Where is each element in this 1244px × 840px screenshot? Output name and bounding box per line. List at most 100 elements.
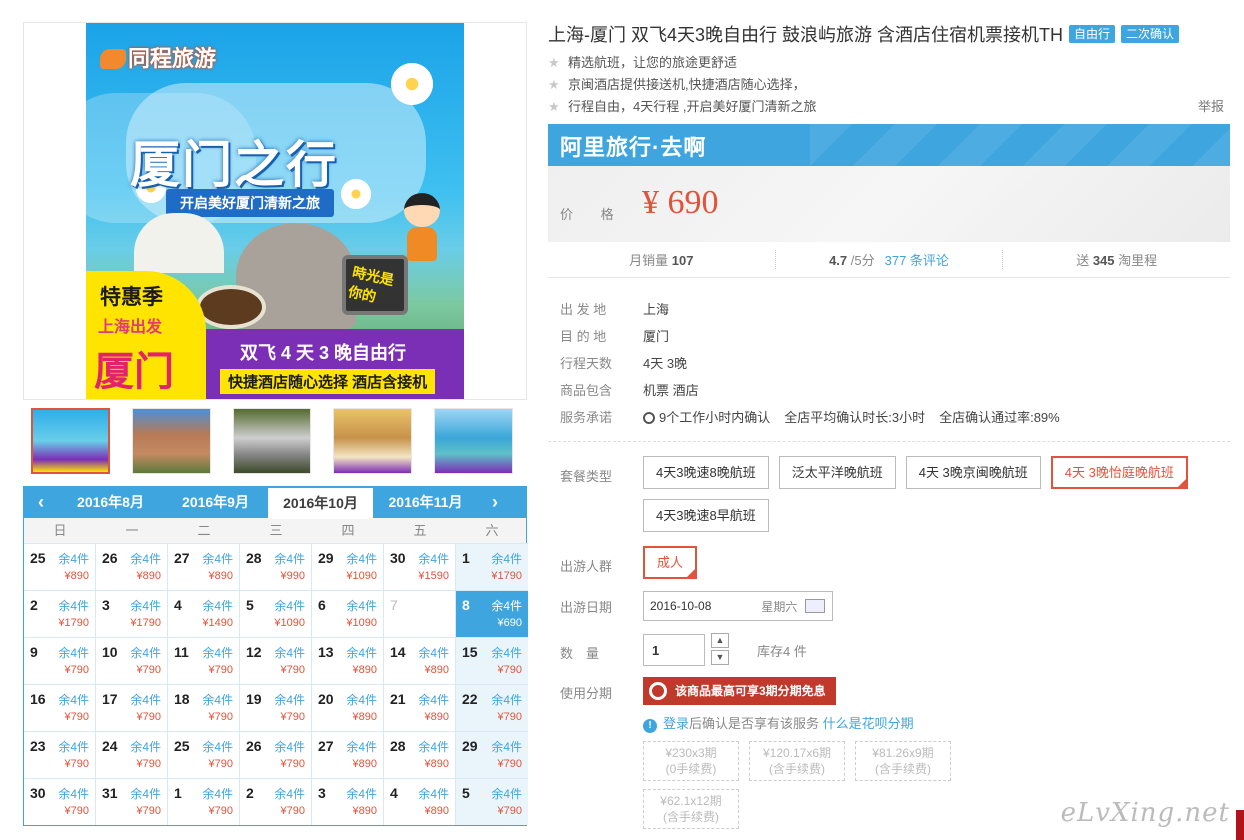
chevron-up-icon[interactable]: ▲	[711, 633, 729, 648]
chevron-down-icon[interactable]: ▼	[711, 650, 729, 665]
day-stock: 余4件	[130, 787, 161, 801]
day-stock: 余4件	[202, 740, 233, 754]
calendar-day[interactable]: 3 余4件 ¥1790	[96, 590, 168, 637]
package-option[interactable]: 4天 3晚怡庭晚航班	[1050, 456, 1188, 489]
installment-plan[interactable]: ¥81.26x9期 (含手续费)	[855, 741, 951, 781]
day-price: ¥1790	[491, 570, 522, 582]
thumbnail-poster[interactable]	[31, 408, 110, 474]
package-option[interactable]: 4天3晚速8晚航班	[643, 456, 769, 489]
calendar-day[interactable]: 2 余4件 ¥790	[240, 778, 312, 825]
tab-month-oct[interactable]: 2016年10月	[268, 486, 373, 519]
calendar-day[interactable]: 31 余4件 ¥790	[96, 778, 168, 825]
tab-month-nov[interactable]: 2016年11月	[373, 487, 478, 518]
calendar-day[interactable]: 30 余4件 ¥1590	[384, 543, 456, 590]
installment-plan[interactable]: ¥62.1x12期 (含手续费)	[643, 789, 739, 829]
calendar-day[interactable]: 3 余4件 ¥890	[312, 778, 384, 825]
calendar-day[interactable]: 4 余4件 ¥890	[384, 778, 456, 825]
quantity-label: 数 量	[560, 646, 600, 661]
selling-point-text: 京闽酒店提供接送机,快捷酒店随心选择，	[568, 77, 806, 92]
selling-point: ★ 精选航班，让您的旅途更舒适	[548, 52, 1230, 74]
day-price: ¥790	[136, 805, 161, 817]
installment-plans: ¥230x3期 (0手续费) ¥120.17x6期 (含手续费) ¥81.26x9期 (含…	[643, 741, 1003, 837]
thumbnail-beach[interactable]	[434, 408, 514, 474]
calendar-day[interactable]: 5 余4件 ¥790	[456, 778, 528, 825]
calendar-day[interactable]: 13 余4件 ¥890	[312, 637, 384, 684]
day-price: ¥1790	[130, 617, 161, 629]
poster-title: 厦门之行	[130, 137, 338, 193]
calendar-day[interactable]: 27 余4件 ¥890	[312, 731, 384, 778]
selling-points: ★ 精选航班，让您的旅途更舒适 ★ 京闽酒店提供接送机,快捷酒店随心选择， ★ 行程自…	[548, 52, 1230, 118]
brand-name: 阿里旅行·去啊	[560, 135, 707, 160]
calendar-day[interactable]: 25 余4件 ¥790	[168, 731, 240, 778]
edge-decoration	[1236, 810, 1244, 840]
calendar-day[interactable]: 28 余4件 ¥890	[384, 731, 456, 778]
calendar-day[interactable]: 10 余4件 ¥790	[96, 637, 168, 684]
package-option[interactable]: 4天 3晚京闽晚航班	[905, 456, 1041, 489]
calendar-day[interactable]: 23 余4件 ¥790	[24, 731, 96, 778]
calendar-day-selected[interactable]: 8 余4件 ¥690	[456, 590, 528, 637]
what-is-huabei-link[interactable]: 什么是花呗分期	[823, 716, 914, 731]
calendar-day[interactable]: 15 余4件 ¥790	[456, 637, 528, 684]
calendar-day[interactable]: 24 余4件 ¥790	[96, 731, 168, 778]
chevron-right-icon[interactable]: ›	[478, 492, 512, 513]
people-adult-option[interactable]: 成人	[643, 546, 698, 579]
day-price: ¥1790	[58, 617, 89, 629]
tab-month-sep[interactable]: 2016年9月	[163, 487, 268, 518]
calendar-day[interactable]: 11 余4件 ¥790	[168, 637, 240, 684]
calendar-day[interactable]: 2 余4件 ¥1790	[24, 590, 96, 637]
tab-month-aug[interactable]: 2016年8月	[58, 487, 163, 518]
calendar-day[interactable]: 25 余4件 ¥890	[24, 543, 96, 590]
day-number: 12	[246, 644, 262, 660]
day-price: ¥890	[64, 570, 89, 582]
calendar-day[interactable]: 20 余4件 ¥890	[312, 684, 384, 731]
calendar-day[interactable]: 12 余4件 ¥790	[240, 637, 312, 684]
calendar-day[interactable]: 26 余4件 ¥890	[96, 543, 168, 590]
calendar-day[interactable]: 16 余4件 ¥790	[24, 684, 96, 731]
calendar-day[interactable]: 28 余4件 ¥990	[240, 543, 312, 590]
thumbnail-strip	[23, 406, 527, 480]
calendar-day[interactable]: 27 余4件 ¥890	[168, 543, 240, 590]
calendar-day[interactable]: 26 余4件 ¥790	[240, 731, 312, 778]
login-link[interactable]: 登录	[663, 716, 689, 731]
calendar-day[interactable]: 1 余4件 ¥790	[168, 778, 240, 825]
calendar-day[interactable]: 18 余4件 ¥790	[168, 684, 240, 731]
calendar-day[interactable]: 7	[384, 590, 456, 637]
day-price: ¥790	[208, 664, 233, 676]
report-link[interactable]: 举报	[1198, 96, 1224, 118]
stepper-buttons: ▲ ▼	[711, 633, 729, 667]
installment-plan[interactable]: ¥230x3期 (0手续费)	[643, 741, 739, 781]
installment-plan[interactable]: ¥120.17x6期 (含手续费)	[749, 741, 845, 781]
calendar-day[interactable]: 14 余4件 ¥890	[384, 637, 456, 684]
travel-date-input[interactable]: 2016-10-08 星期六	[643, 591, 833, 621]
reviews-link[interactable]: 377 条评论	[885, 253, 949, 268]
calendar-day[interactable]: 21 余4件 ¥890	[384, 684, 456, 731]
calendar-day[interactable]: 29 余4件 ¥1090	[312, 543, 384, 590]
quantity-input[interactable]	[643, 634, 705, 666]
calendar-day[interactable]: 19 余4件 ¥790	[240, 684, 312, 731]
package-option[interactable]: 4天3晚速8早航班	[643, 499, 769, 532]
package-option[interactable]: 泛太平洋晚航班	[778, 456, 896, 489]
calendar-day[interactable]: 30 余4件 ¥790	[24, 778, 96, 825]
day-number: 27	[174, 550, 190, 566]
chevron-left-icon[interactable]: ‹	[24, 492, 58, 513]
thumbnail-statue[interactable]	[232, 408, 312, 474]
calendar-day[interactable]: 17 余4件 ¥790	[96, 684, 168, 731]
rating-value: 4.7	[829, 253, 848, 268]
huabei-banner: 该商品最高可享3期分期免息	[643, 677, 836, 705]
day-stock: 余4件	[58, 693, 89, 707]
thumbnail-hotel-room[interactable]	[333, 408, 413, 474]
day-stock: 余4件	[202, 599, 233, 613]
logo-text: 同程旅游	[128, 46, 217, 71]
calendar-day[interactable]: 5 余4件 ¥1090	[240, 590, 312, 637]
product-title-text: 上海-厦门 双飞4天3晚自由行 鼓浪屿旅游 含酒店住宿机票接机TH	[548, 25, 1064, 45]
calendar-day[interactable]: 4 余4件 ¥1490	[168, 590, 240, 637]
calendar-icon[interactable]	[805, 599, 826, 613]
calendar-day[interactable]: 22 余4件 ¥790	[456, 684, 528, 731]
calendar-day[interactable]: 1 余4件 ¥1790	[456, 543, 528, 590]
thumbnail-apartment[interactable]	[131, 408, 211, 474]
day-price: ¥890	[352, 758, 377, 770]
calendar-day[interactable]: 6 余4件 ¥1090	[312, 590, 384, 637]
calendar-day[interactable]: 29 余4件 ¥790	[456, 731, 528, 778]
calendar-day[interactable]: 9 余4件 ¥790	[24, 637, 96, 684]
weekday-label: 四	[341, 523, 355, 538]
